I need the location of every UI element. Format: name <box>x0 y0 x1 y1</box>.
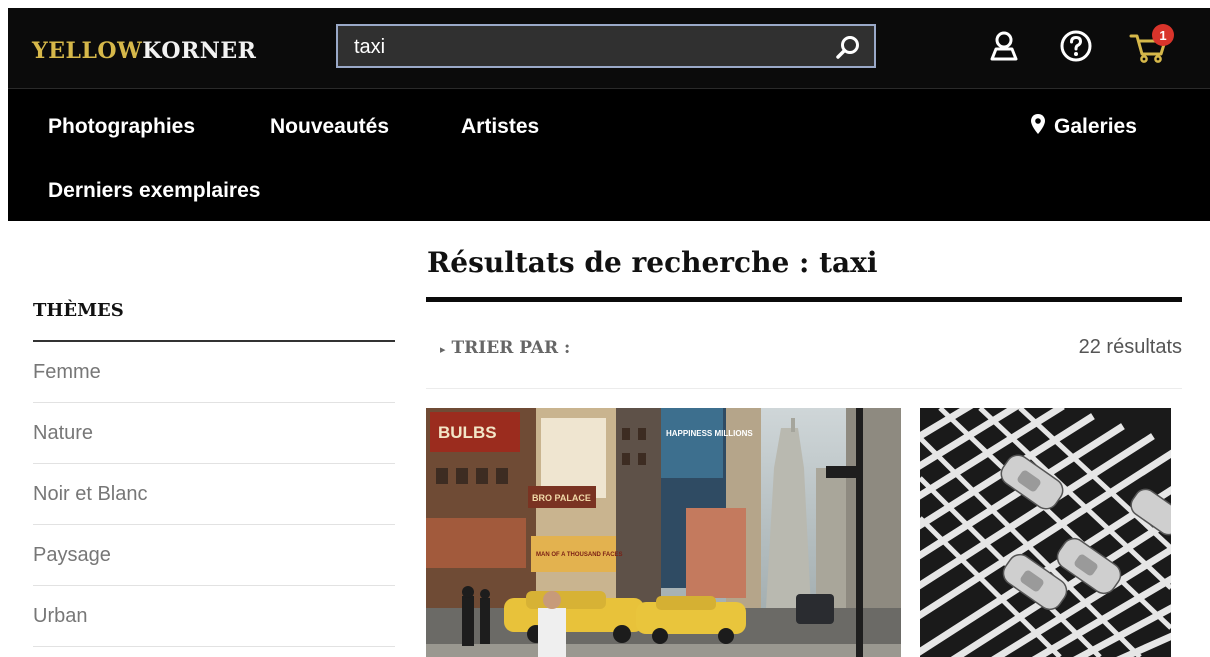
themes-title: THÈMES <box>33 296 395 342</box>
theme-nature[interactable]: Nature <box>33 403 395 464</box>
page-title: Résultats de recherche : taxi <box>427 246 878 279</box>
nav-artistes[interactable]: Artistes <box>461 115 539 139</box>
title-divider <box>426 297 1182 302</box>
cart-count-badge: 1 <box>1152 24 1174 46</box>
search-icon <box>836 36 859 59</box>
sort-row: ▸ TRIER PAR : 22 résultats <box>426 330 1182 389</box>
sign-bro-palace: BRO PALACE <box>532 493 591 503</box>
nav-nouveautes[interactable]: Nouveautés <box>270 115 389 139</box>
sort-by-toggle[interactable]: ▸ TRIER PAR : <box>440 338 570 358</box>
help-icon <box>1060 30 1092 62</box>
help-button[interactable] <box>1056 26 1096 66</box>
nav-derniers-exemplaires[interactable]: Derniers exemplaires <box>48 179 260 203</box>
theme-femme[interactable]: Femme <box>33 342 395 403</box>
result-photo-crosswalk[interactable] <box>920 408 1171 657</box>
top-header: YELLOWKORNER 1 <box>8 8 1210 89</box>
search-input[interactable] <box>352 31 826 63</box>
theme-noir-et-blanc[interactable]: Noir et Blanc <box>33 464 395 525</box>
search-button[interactable] <box>832 31 864 63</box>
logo[interactable]: YELLOWKORNER <box>32 38 256 64</box>
nav-photographies[interactable]: Photographies <box>48 115 195 139</box>
crosswalk-image <box>920 408 1171 657</box>
sort-by-label: TRIER PAR : <box>451 338 571 358</box>
logo-yellow: YELLOW <box>32 38 143 64</box>
map-pin-icon <box>1031 114 1045 134</box>
account-button[interactable] <box>984 26 1024 66</box>
search-box <box>336 24 876 68</box>
nav-galeries[interactable]: Galeries <box>1030 113 1137 139</box>
sign-bulbs: BULBS <box>438 423 497 442</box>
cart-button[interactable]: 1 <box>1126 24 1174 66</box>
logo-korner: KORNER <box>142 38 257 64</box>
theme-paysage[interactable]: Paysage <box>33 525 395 586</box>
sign-thousand-faces: MAN OF A THOUSAND FACES <box>536 552 623 558</box>
results-count: 22 résultats <box>1078 336 1182 358</box>
themes-sidebar: THÈMES Femme Nature Noir et Blanc Paysag… <box>33 296 395 647</box>
main-navigation: Photographies Nouveautés Artistes Dernie… <box>8 89 1210 221</box>
sign-happiness: HAPPINESS MILLIONS <box>666 429 753 438</box>
theme-urban[interactable]: Urban <box>33 586 395 647</box>
user-icon <box>990 31 1018 61</box>
result-photo-times-square[interactable]: BULBS HAPPINESS MILLIONS MAN OF A THOUSA… <box>426 408 901 657</box>
nav-galeries-label: Galeries <box>1054 115 1137 138</box>
caret-right-icon: ▸ <box>440 343 446 356</box>
times-square-image: BULBS HAPPINESS MILLIONS MAN OF A THOUSA… <box>426 408 901 657</box>
